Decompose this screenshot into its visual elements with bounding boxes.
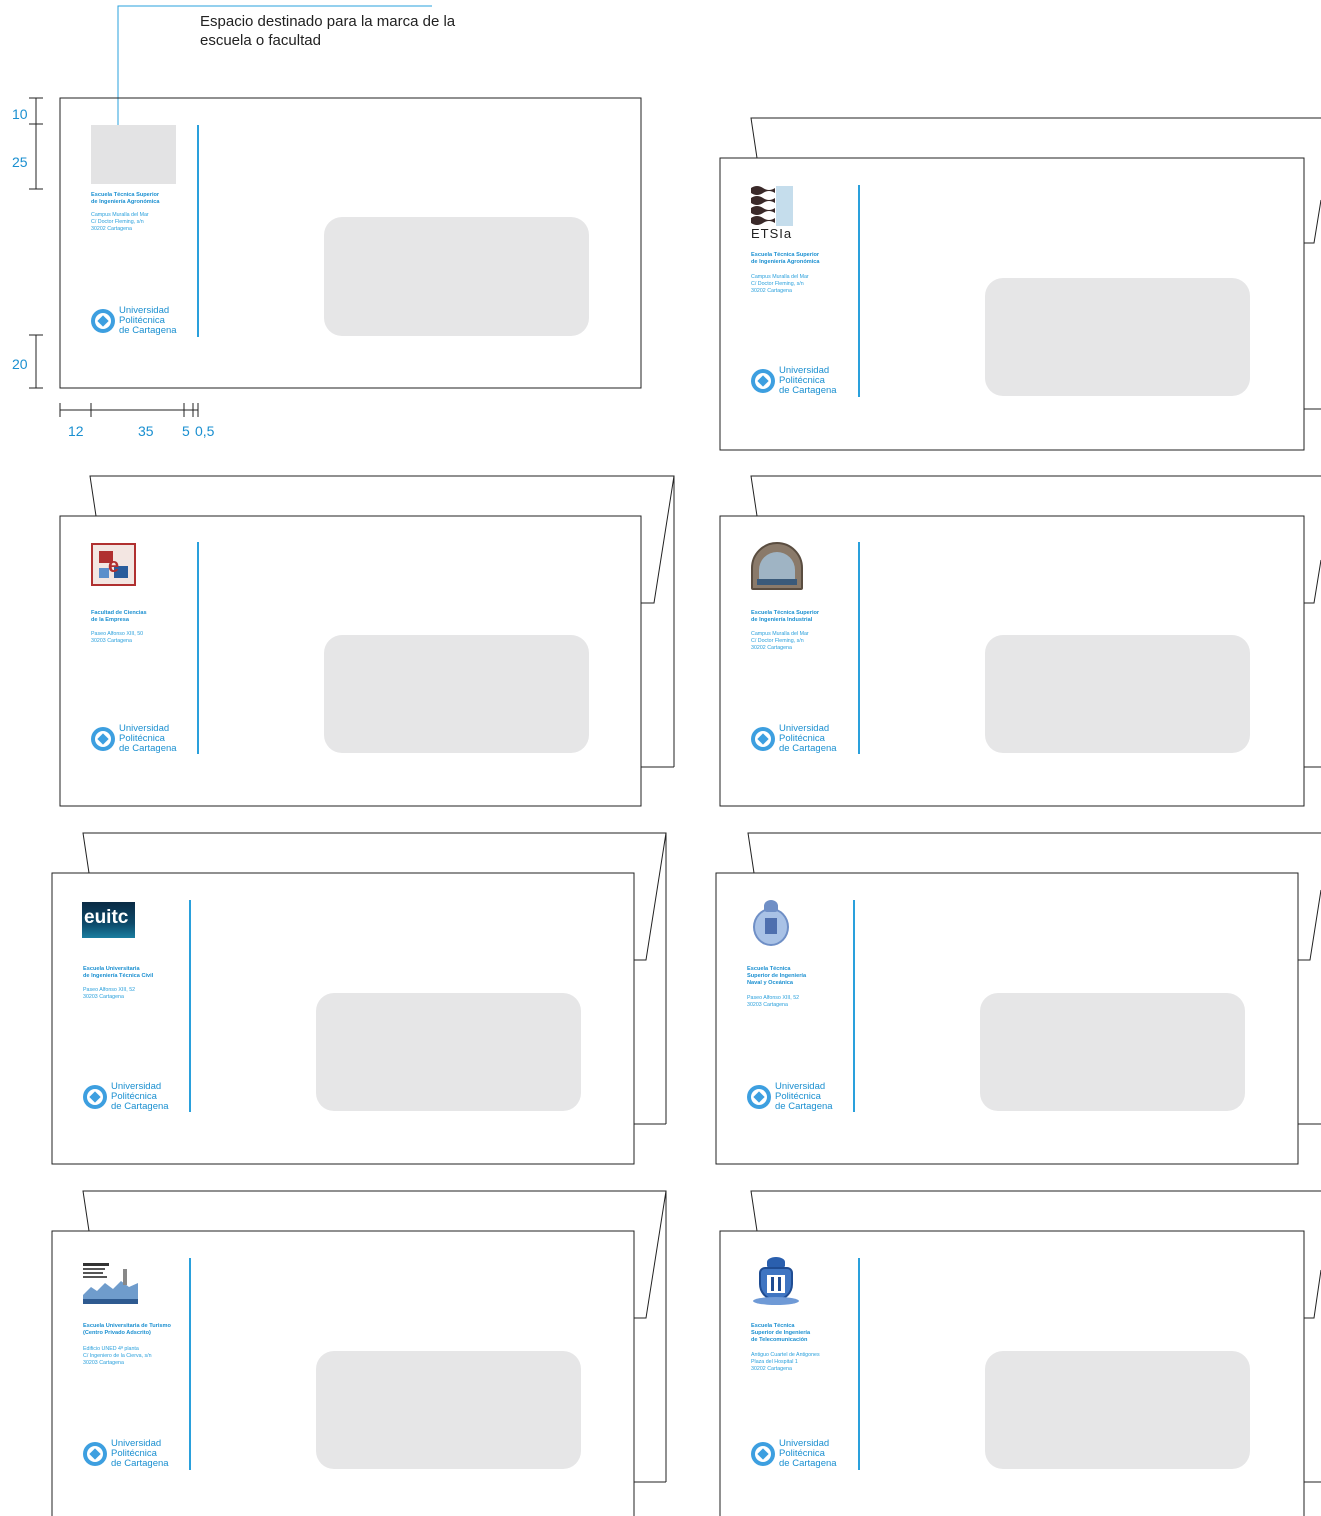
address-window — [985, 635, 1250, 753]
divider-line — [858, 542, 860, 754]
upct-seal-icon — [751, 369, 775, 393]
brand-space-callout: Espacio destinado para la marca de la es… — [200, 13, 456, 49]
upct-logo: Universidad Politécnica de Cartagena — [91, 724, 177, 754]
upct-name: Universidad Politécnica de Cartagena — [111, 1081, 169, 1112]
school-address: Paseo Alfonso XIII, 50 30203 Cartagena — [91, 631, 144, 644]
upct-logo: Universidad Politécnica de Cartagena — [91, 306, 177, 336]
naval-crest-icon — [747, 900, 795, 950]
school-address: Campus Muralla del Mar C/ Doctor Fleming… — [91, 212, 149, 232]
address-window — [324, 217, 589, 336]
divider-line — [858, 1258, 860, 1470]
school-name: Escuela Técnica Superior de Ingeniería A… — [91, 192, 160, 205]
upct-seal-icon — [91, 727, 115, 751]
school-address: Campus Muralla del Mar C/ Doctor Fleming… — [751, 274, 809, 294]
school-name: Escuela Universitaria de Ingeniería Técn… — [83, 966, 154, 979]
upct-name: Universidad Politécnica de Cartagena — [775, 1081, 833, 1112]
upct-name: Universidad Politécnica de Cartagena — [779, 365, 837, 396]
school-name: Escuela Técnica Superior de Ingeniería N… — [747, 966, 807, 986]
address-window — [980, 993, 1245, 1111]
school-address: Paseo Alfonso XIII, 52 30203 Cartagena — [747, 995, 800, 1008]
school-name: Escuela Técnica Superior de Ingeniería A… — [751, 252, 820, 265]
address-window — [324, 635, 589, 753]
upct-name: Universidad Politécnica de Cartagena — [119, 305, 177, 336]
etsia-logo: ETSIa — [751, 184, 796, 242]
dim-line-width: 0,5 — [195, 423, 215, 439]
dim-top-margin: 10 — [12, 106, 28, 122]
empresa-logo: e — [91, 543, 136, 586]
school-address: Paseo Alfonso XIII, 52 30203 Cartagena — [83, 987, 136, 1000]
upct-seal-icon — [751, 727, 775, 751]
divider-line — [197, 125, 199, 337]
upct-logo: Universidad Politécnica de Cartagena — [83, 1082, 169, 1112]
divider-line — [858, 185, 860, 397]
school-address: Campus Muralla del Mar C/ Doctor Fleming… — [751, 631, 809, 651]
upct-seal-icon — [747, 1085, 771, 1109]
upct-logo: Universidad Politécnica de Cartagena — [751, 724, 837, 754]
telecom-crest-icon — [751, 1257, 801, 1309]
dim-gap: 5 — [182, 423, 190, 439]
upct-seal-icon — [91, 309, 115, 333]
upct-name: Universidad Politécnica de Cartagena — [111, 1438, 169, 1469]
school-name: Facultad de Ciencias de la Empresa — [91, 610, 147, 623]
upct-logo: Universidad Politécnica de Cartagena — [751, 1439, 837, 1469]
divider-line — [189, 900, 191, 1112]
turismo-landscape-icon — [83, 1263, 138, 1304]
school-name: Escuela Técnica Superior de Ingeniería I… — [751, 610, 820, 623]
upct-name: Universidad Politécnica de Cartagena — [119, 723, 177, 754]
dim-brand-height: 25 — [12, 154, 28, 170]
dim-brand-width: 35 — [138, 423, 154, 439]
euitc-logo-text: euitc — [84, 907, 129, 928]
divider-line — [853, 900, 855, 1112]
upct-logo: Universidad Politécnica de Cartagena — [83, 1439, 169, 1469]
school-name: Escuela Universitaria de Turismo (Centro… — [83, 1323, 171, 1336]
school-name: Escuela Técnica Superior de Ingeniería d… — [751, 1323, 811, 1343]
address-window — [316, 993, 581, 1111]
dim-bottom-margin: 20 — [12, 356, 28, 372]
divider-line — [197, 542, 199, 754]
industrial-crest-icon — [751, 542, 803, 590]
upct-name: Universidad Politécnica de Cartagena — [779, 723, 837, 754]
upct-name: Universidad Politécnica de Cartagena — [779, 1438, 837, 1469]
turismo-logo — [83, 1261, 138, 1305]
upct-logo: Universidad Politécnica de Cartagena — [747, 1082, 833, 1112]
school-address: Edificio UNED 4ª planta C/ Ingeniero de … — [83, 1346, 152, 1366]
school-address: Antiguo Cuartel de Antigones Plaza del H… — [751, 1352, 820, 1372]
dim-left-margin: 12 — [68, 423, 84, 439]
upct-seal-icon — [751, 1442, 775, 1466]
euitc-logo: euitc — [82, 902, 135, 938]
upct-seal-icon — [83, 1442, 107, 1466]
brand-placeholder — [91, 125, 176, 184]
address-window — [985, 1351, 1250, 1469]
address-window — [316, 1351, 581, 1469]
address-window — [985, 278, 1250, 396]
upct-logo: Universidad Politécnica de Cartagena — [751, 366, 837, 396]
divider-line — [189, 1258, 191, 1470]
etsia-logo-text: ETSIa — [751, 226, 793, 241]
upct-seal-icon — [83, 1085, 107, 1109]
